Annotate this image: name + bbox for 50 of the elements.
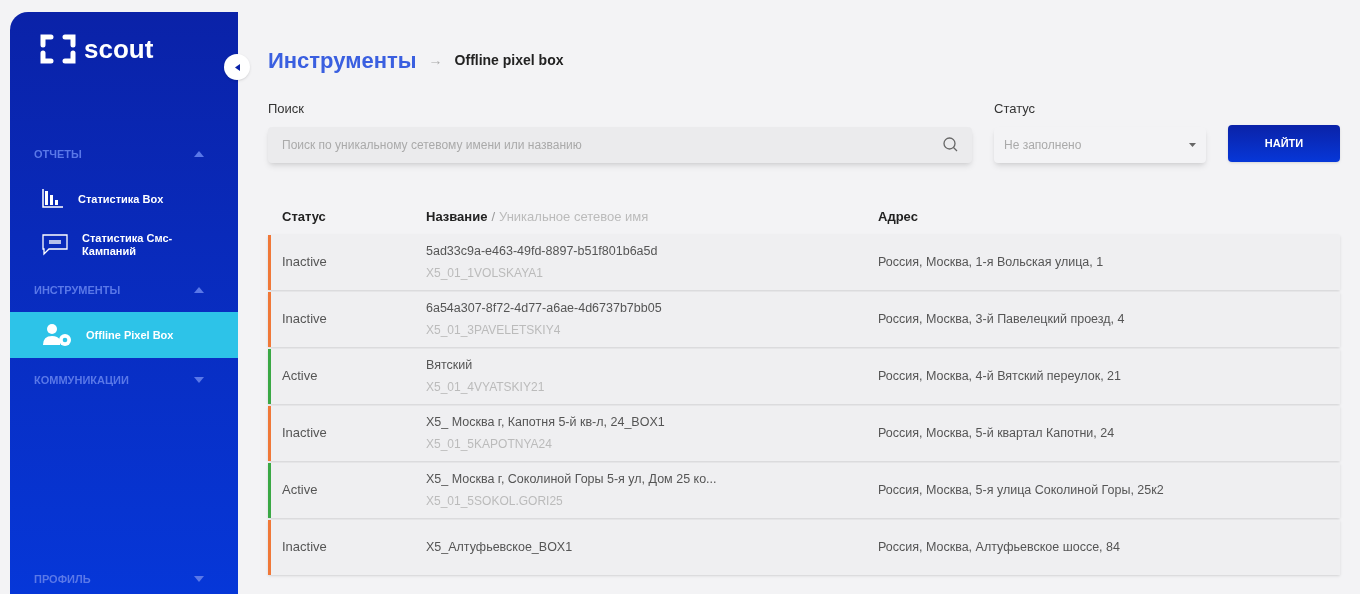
scout-logo-icon <box>40 34 76 64</box>
table-cell-text: Inactive <box>282 424 328 443</box>
table-cell-text: Россия, Москва, 3-й Павелецкий проезд, 4 <box>878 310 1125 328</box>
column-header: Статус <box>282 207 327 226</box>
caret-down-icon[interactable] <box>194 576 204 582</box>
table-cell-text: Active <box>282 367 319 386</box>
section-title: КОММУНИКАЦИИ <box>34 372 129 388</box>
table-cell-text: Россия, Москва, 4-й Вятский переулок, 21 <box>878 367 1121 385</box>
field-label: Статус <box>994 100 1037 118</box>
table-cell-text: Inactive <box>282 253 328 272</box>
search-icon <box>943 136 958 152</box>
user-gear-icon <box>42 324 72 346</box>
table-cell-text: Россия, Москва, 5-я улица Соколиной Горы, 25к2 <box>878 481 1164 499</box>
page-title: Offline pixel box <box>454 51 564 70</box>
table-cell-text: Inactive <box>282 538 328 557</box>
table-cell-text: 5ad33c9a-e463-49fd-8897-b51f801b6a5d <box>426 242 659 260</box>
column-header: Адрес <box>878 207 918 226</box>
logo-text: scout <box>84 34 154 64</box>
section-title: ПРОФИЛЬ <box>34 571 91 587</box>
table-cell-text: X5_ Москва г, Капотня 5-й кв-л, 24_BOX1 <box>426 413 666 431</box>
caret-down-icon <box>1189 142 1196 147</box>
search-field[interactable]: Поиск по уникальному сетевому имени или названию <box>268 126 972 163</box>
collapse-button[interactable] <box>224 54 250 80</box>
table-row[interactable]: Inactive X5_Алтуфьевское_BOX1 Россия, Москва, Алтуфьевское шоссе, 84 <box>268 519 1340 575</box>
breadcrumb-link[interactable]: Инструменты <box>268 44 417 77</box>
column-separator: / <box>491 207 495 226</box>
table-cell-text: X5_Алтуфьевское_BOX1 <box>426 538 574 556</box>
table-cell-text: Россия, Москва, Алтуфьевское шоссе, 84 <box>878 538 1120 556</box>
caret-up-icon[interactable] <box>194 287 204 293</box>
field-label: Поиск <box>268 100 306 118</box>
caret-down-icon[interactable] <box>194 377 204 383</box>
sidebar-item[interactable]: Статистика Смс-Кампаний <box>10 222 238 268</box>
column-header: Уникальное сетевое имя <box>499 207 649 226</box>
section-title: ОТЧЕТЫ <box>34 146 82 162</box>
table-cell-text: Россия, Москва, 1-я Вольская улица, 1 <box>878 253 1104 271</box>
caret-left-icon <box>234 63 240 71</box>
table-cell-text: Вятский <box>426 356 474 374</box>
search-button[interactable]: НАЙТИ <box>1228 124 1340 162</box>
caret-up-icon[interactable] <box>194 151 204 157</box>
section-title: ИНСТРУМЕНТЫ <box>34 282 121 298</box>
table-cell-text: X5_ Москва г, Соколиной Горы 5-я ул, Дом 25 ко... <box>426 470 718 488</box>
sms-bubble-icon <box>42 234 68 256</box>
column-header: Название <box>426 207 488 226</box>
sidebar-item[interactable]: Статистика Box <box>10 176 238 222</box>
bar-chart-icon <box>42 189 64 209</box>
table-cell-text: Active <box>282 481 319 500</box>
breadcrumb-arrow: → <box>428 51 443 70</box>
table-cell-text: Inactive <box>282 310 328 329</box>
table-cell-text: 6a54a307-8f72-4d77-a6ae-4d6737b7bb05 <box>426 299 663 317</box>
table-cell-text: Россия, Москва, 5-й квартал Капотни, 24 <box>878 424 1115 442</box>
